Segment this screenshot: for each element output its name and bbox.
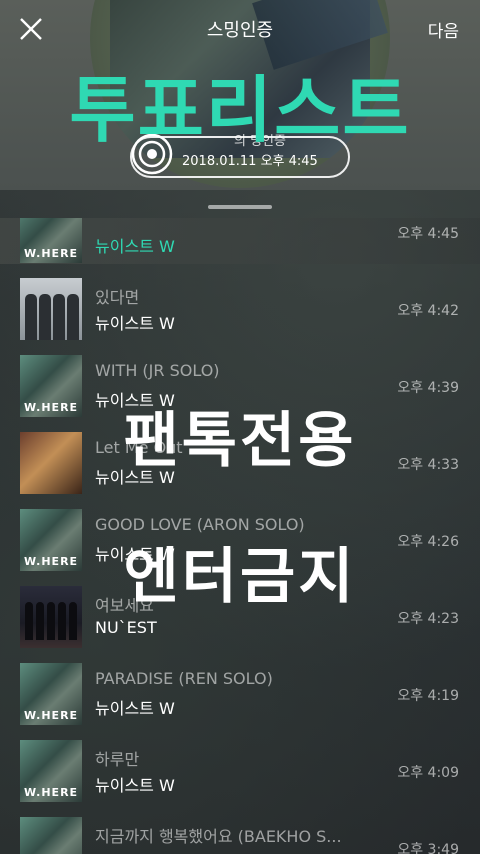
song-row[interactable]: W.HERE 지금까지 행복했어요 (BAEKHO S... 뉴이스트 W 오후 3:… [0,803,480,854]
person-silhouette [53,294,65,340]
song-artist: 뉴이스트 W [95,237,175,256]
song-title: 있다면 [95,288,140,307]
play-time: 오후 3:49 [397,842,459,854]
song-title: 하루만 [95,750,140,769]
close-icon[interactable] [16,14,46,44]
song-row[interactable]: W.HERE PARADISE (REN SOLO) 뉴이스트 W 오후 4:19 [0,649,480,726]
album-thumbnail [20,278,82,340]
person-silhouette [67,294,79,340]
album-thumbnail: W.HERE [20,817,82,854]
drag-handle[interactable] [208,205,272,209]
song-row[interactable]: W.HERE 뉴이스트 W 오후 4:45 [0,218,480,264]
album-thumbnail: W.HERE [20,218,82,263]
song-artist: 뉴이스트 W [95,699,175,718]
banner-text: 투표리스트 [69,68,411,152]
next-button[interactable]: 다음 [428,17,459,42]
song-row[interactable]: W.HERE 하루만뉴이스트 W 오후 4:09 [0,726,480,803]
play-time: 오후 4:42 [397,303,459,319]
song-title: 지금까지 행복했어요 (BAEKHO S... [95,827,342,846]
header: 스밍인증 다음 의 밍인증 2018.01.11 오후 4:45 투표리스트 [0,0,480,190]
song-row[interactable]: 있다면뉴이스트 W 오후 4:42 [0,264,480,341]
play-time: 오후 4:19 [397,688,459,704]
overlay-text-1: 팬톡전용 [123,406,357,476]
play-time: 오후 4:45 [397,226,459,242]
album-logo: W.HERE [23,709,79,722]
person-silhouette [39,294,51,340]
page-title: 스밍인증 [206,20,274,41]
album-thumbnail: W.HERE [20,740,82,802]
song-title: WITH (JR SOLO) [95,361,220,380]
song-artist: 뉴이스트 W [95,314,175,333]
song-artist: 뉴이스트 W [95,849,175,854]
overlay-text-2: 엔터금지 [123,542,357,612]
album-logo: W.HERE [23,786,79,799]
person-silhouette [25,294,37,340]
song-artist: NU`EST [95,618,157,637]
album-thumbnail: W.HERE [20,663,82,725]
song-title: PARADISE (REN SOLO) [95,669,273,688]
song-artist: 뉴이스트 W [95,776,175,795]
play-time: 오후 4:09 [397,765,459,781]
album-logo: W.HERE [23,247,79,260]
